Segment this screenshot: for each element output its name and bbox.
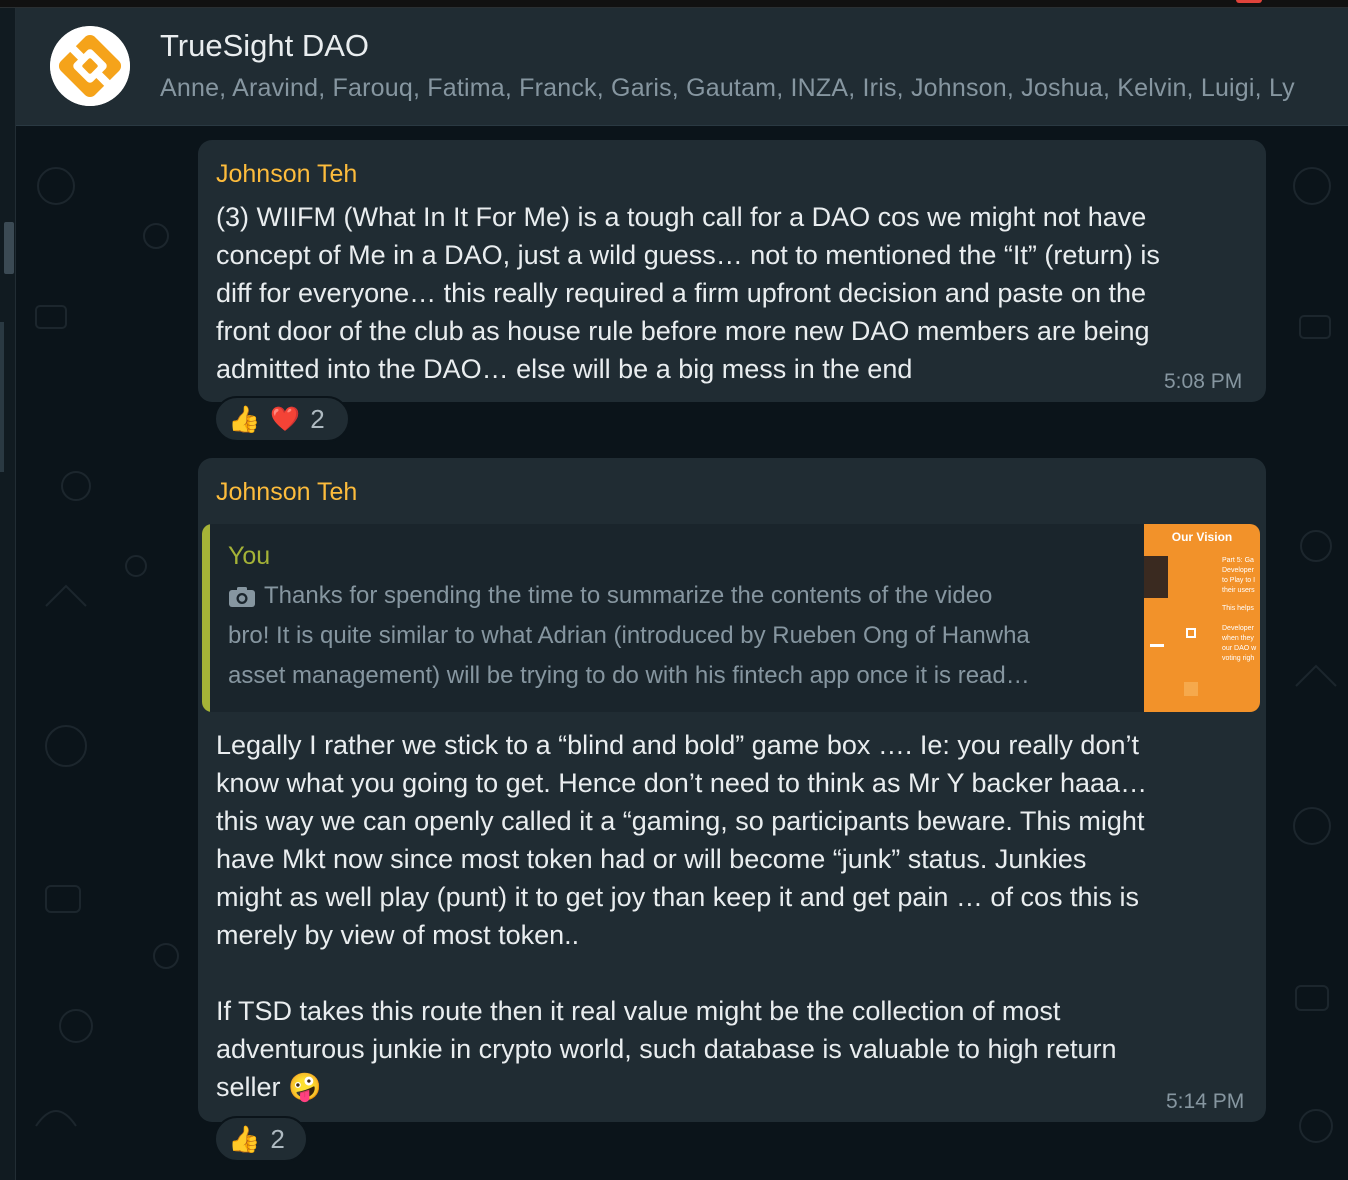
camera-icon xyxy=(229,587,255,607)
thumbnail-text: when they xyxy=(1222,635,1254,642)
message-line: have Mkt now since most token had or wil… xyxy=(216,844,1087,874)
message-line: diff for everyone… this really required … xyxy=(216,278,1147,308)
quote-line: bro! It is quite similar to what Adrian … xyxy=(228,622,1030,649)
message-line: admitted into the DAO… else will be a bi… xyxy=(216,354,913,384)
thumbnail-photo xyxy=(1144,556,1168,598)
message-reactions[interactable]: 👍 2 xyxy=(214,1116,308,1162)
sidebar-scroll-thumb[interactable] xyxy=(4,222,14,274)
sidebar-edge xyxy=(0,8,16,1180)
group-title[interactable]: TrueSight DAO xyxy=(160,28,369,64)
message-line: this way we can openly called it a “gami… xyxy=(216,806,1145,836)
thumbnail-text: Part 5: Ga xyxy=(1222,557,1254,564)
message-line: adventurous junkie in crypto world, such… xyxy=(216,1034,1117,1064)
message-line: concept of Me in a DAO, just a wild gues… xyxy=(216,240,1160,270)
quoted-message[interactable]: You Thanks for spending the time to summ… xyxy=(202,524,1260,712)
message-timestamp: 5:14 PM xyxy=(1166,1090,1245,1113)
thumbnail-logo xyxy=(1186,628,1196,638)
thumbnail-text: Developer xyxy=(1222,567,1254,574)
thumbs-up-emoji: 👍 xyxy=(228,1123,261,1154)
message-bubble[interactable]: Johnson Teh You Thanks for spending the … xyxy=(198,458,1266,1122)
chat-header[interactable]: TrueSight DAO Anne, Aravind, Farouq, Fat… xyxy=(16,8,1348,126)
thumbnail-text: Developer xyxy=(1222,625,1254,632)
thumbs-up-emoji: 👍 xyxy=(228,403,261,434)
window-top-edge xyxy=(0,0,1348,8)
message-line: Legally I rather we stick to a “blind an… xyxy=(216,730,1139,760)
message-timestamp: 5:08 PM xyxy=(1164,370,1243,393)
thumbnail-text: our DAO w xyxy=(1222,645,1257,652)
message-reactions[interactable]: 👍 ❤️ 2 xyxy=(214,396,350,442)
quote-line: Thanks for spending the time to summariz… xyxy=(264,582,993,609)
message-line: seller 🤪 xyxy=(216,1072,322,1102)
thumbnail-text: voting righ xyxy=(1222,655,1255,662)
message-line: know what you going to get. Hence don’t … xyxy=(216,768,1148,798)
sidebar-divider xyxy=(0,322,4,472)
thumbnail-title: Our Vision xyxy=(1171,530,1233,544)
thumbnail-arrow xyxy=(1150,644,1164,647)
message-line: If TSD takes this route then it real val… xyxy=(216,996,1061,1026)
message-line: might as well play (punt) it to get joy … xyxy=(216,882,1139,912)
quote-line: asset management) will be trying to do w… xyxy=(228,662,1030,689)
quote-thumbnail-image[interactable]: Our Vision Part 5: Ga Developer to Play … xyxy=(1144,524,1260,712)
message-sender[interactable]: Johnson Teh xyxy=(216,478,357,507)
reaction-count: 2 xyxy=(310,403,325,434)
reaction-count: 2 xyxy=(270,1123,285,1154)
window-indicator xyxy=(1236,0,1262,3)
thumbnail-text: their users xyxy=(1222,587,1255,594)
group-avatar[interactable] xyxy=(50,26,130,106)
group-members-list[interactable]: Anne, Aravind, Farouq, Fatima, Franck, G… xyxy=(160,74,1348,103)
thumbnail-text: to Play to I xyxy=(1222,577,1256,584)
message-bubble[interactable]: Johnson Teh (3) WIIFM (What In It For Me… xyxy=(198,140,1266,402)
message-line: merely by view of most token.. xyxy=(216,920,580,950)
quote-accent-bar xyxy=(202,524,210,712)
thumbnail-square xyxy=(1184,682,1198,696)
truesight-logo-icon xyxy=(50,26,130,106)
message-sender[interactable]: Johnson Teh xyxy=(216,160,357,189)
message-line: (3) WIIFM (What In It For Me) is a tough… xyxy=(216,202,1147,232)
thumbnail-text: This helps xyxy=(1222,605,1254,612)
heart-emoji: ❤️ xyxy=(270,405,301,433)
message-line: front door of the club as house rule bef… xyxy=(216,316,1150,346)
quote-author: You xyxy=(228,542,271,570)
chat-area: Johnson Teh (3) WIIFM (What In It For Me… xyxy=(16,126,1348,1180)
